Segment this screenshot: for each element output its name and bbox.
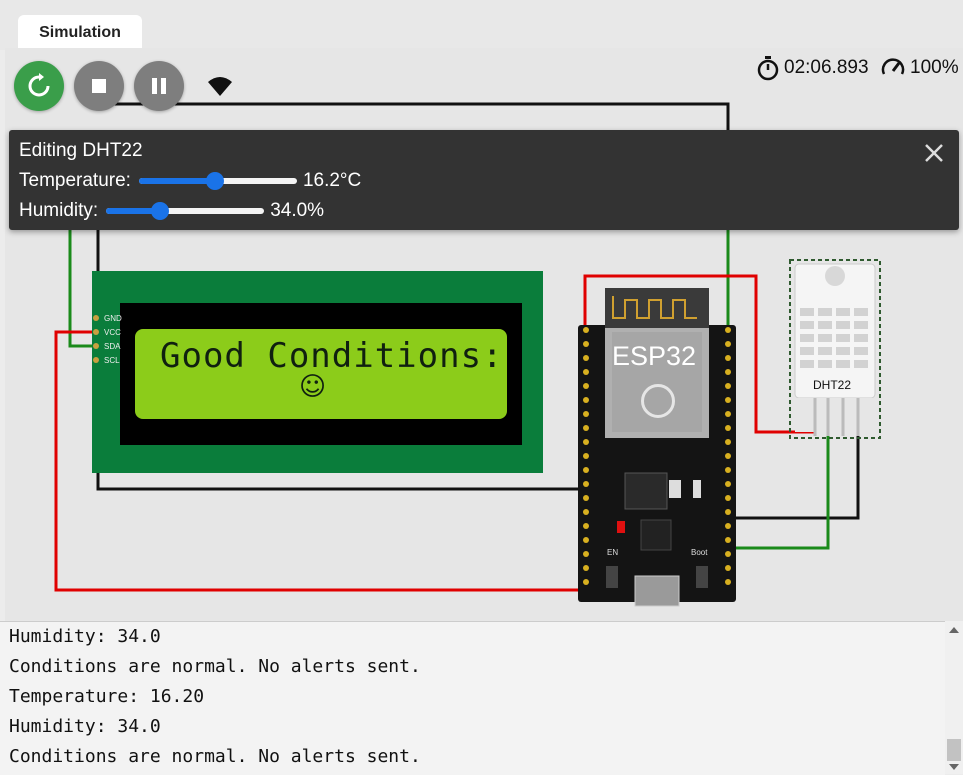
edit-sensor-panel: Editing DHT22 Temperature: 16.2°C Humidi… <box>9 130 959 230</box>
esp32-logo-icon <box>641 384 675 418</box>
wire-green-dht <box>729 436 830 550</box>
esp32-smd-2 <box>693 480 701 498</box>
esp32-usb <box>634 575 680 607</box>
wire-black-esp-dht <box>723 436 860 520</box>
scrollbar-thumb[interactable] <box>947 739 961 761</box>
humidity-label: Humidity: <box>19 200 99 221</box>
esp32-en-button <box>606 566 618 588</box>
timer-value: 02:06.893 <box>784 57 869 78</box>
panel-title: Editing DHT22 <box>19 140 143 161</box>
lcd-pin-labels: GND VCC SDA SCL <box>104 312 122 368</box>
temperature-value: 16.2°C <box>302 170 362 191</box>
dht22-hole <box>825 266 845 286</box>
esp32-en-label: EN <box>607 548 619 557</box>
humidity-slider[interactable] <box>106 202 265 220</box>
lcd-line-2: ☺ <box>299 372 327 402</box>
esp32-smd-1 <box>669 480 681 498</box>
lcd-line-1: Good Conditions: <box>160 336 504 376</box>
dht22-base <box>795 398 875 432</box>
console-line: Humidity: 34.0 <box>9 716 161 737</box>
esp32-label: ESP32 <box>612 341 697 371</box>
tab-bar: Simulation <box>0 0 963 50</box>
humidity-row: Humidity: 34.0% <box>19 200 324 222</box>
status-speed: 100% <box>880 55 959 81</box>
stopwatch-icon <box>757 56 779 81</box>
esp32-regulator <box>624 472 668 510</box>
restart-button[interactable] <box>14 61 64 111</box>
temperature-label: Temperature: <box>19 170 131 191</box>
lcd-pin-vcc: VCC <box>104 328 121 337</box>
esp32-antenna <box>605 288 709 328</box>
humidity-slider-thumb[interactable] <box>150 202 169 220</box>
temperature-row: Temperature: 16.2°C <box>19 170 361 192</box>
temperature-slider-fill <box>138 178 215 184</box>
dht22-label: DHT22 <box>813 378 852 392</box>
speedometer-icon <box>881 58 905 75</box>
lcd-pin-sda: SDA <box>104 342 121 351</box>
serial-monitor[interactable]: Humidity: 34.0 Conditions are normal. No… <box>0 621 945 775</box>
pause-icon <box>152 78 166 94</box>
lcd-pin-scl: SCL <box>104 356 120 365</box>
lcd-pin-gnd: GND <box>104 314 122 323</box>
wifi-icon <box>208 77 232 96</box>
console-line: Humidity: 34.0 <box>9 626 161 647</box>
scroll-down-arrow-icon[interactable] <box>949 764 959 770</box>
esp32-boot-button <box>696 566 708 588</box>
scroll-up-arrow-icon[interactable] <box>949 627 959 633</box>
stop-icon <box>92 79 106 93</box>
temperature-slider-thumb[interactable] <box>205 172 224 190</box>
humidity-value: 34.0% <box>270 200 325 221</box>
esp32-boot-label: Boot <box>691 548 708 557</box>
console-line: Conditions are normal. No alerts sent. <box>9 746 421 767</box>
console-line: Temperature: 16.20 <box>9 686 205 707</box>
esp32-chip <box>640 519 672 551</box>
tab-simulation[interactable]: Simulation <box>18 15 142 50</box>
wire-black-lcd-gnd <box>96 102 730 130</box>
restart-icon <box>28 73 50 97</box>
console-line: Conditions are normal. No alerts sent. <box>9 656 421 677</box>
close-icon[interactable] <box>923 142 945 164</box>
status-timer: 02:06.893 <box>756 55 869 81</box>
speed-value: 100% <box>910 57 959 78</box>
wire-green-lcd-sda <box>68 228 95 348</box>
console-scrollbar[interactable] <box>945 621 963 774</box>
temperature-slider[interactable] <box>138 172 297 190</box>
pause-button[interactable] <box>134 61 184 111</box>
stop-button[interactable] <box>74 61 124 111</box>
esp32-led <box>617 521 625 533</box>
